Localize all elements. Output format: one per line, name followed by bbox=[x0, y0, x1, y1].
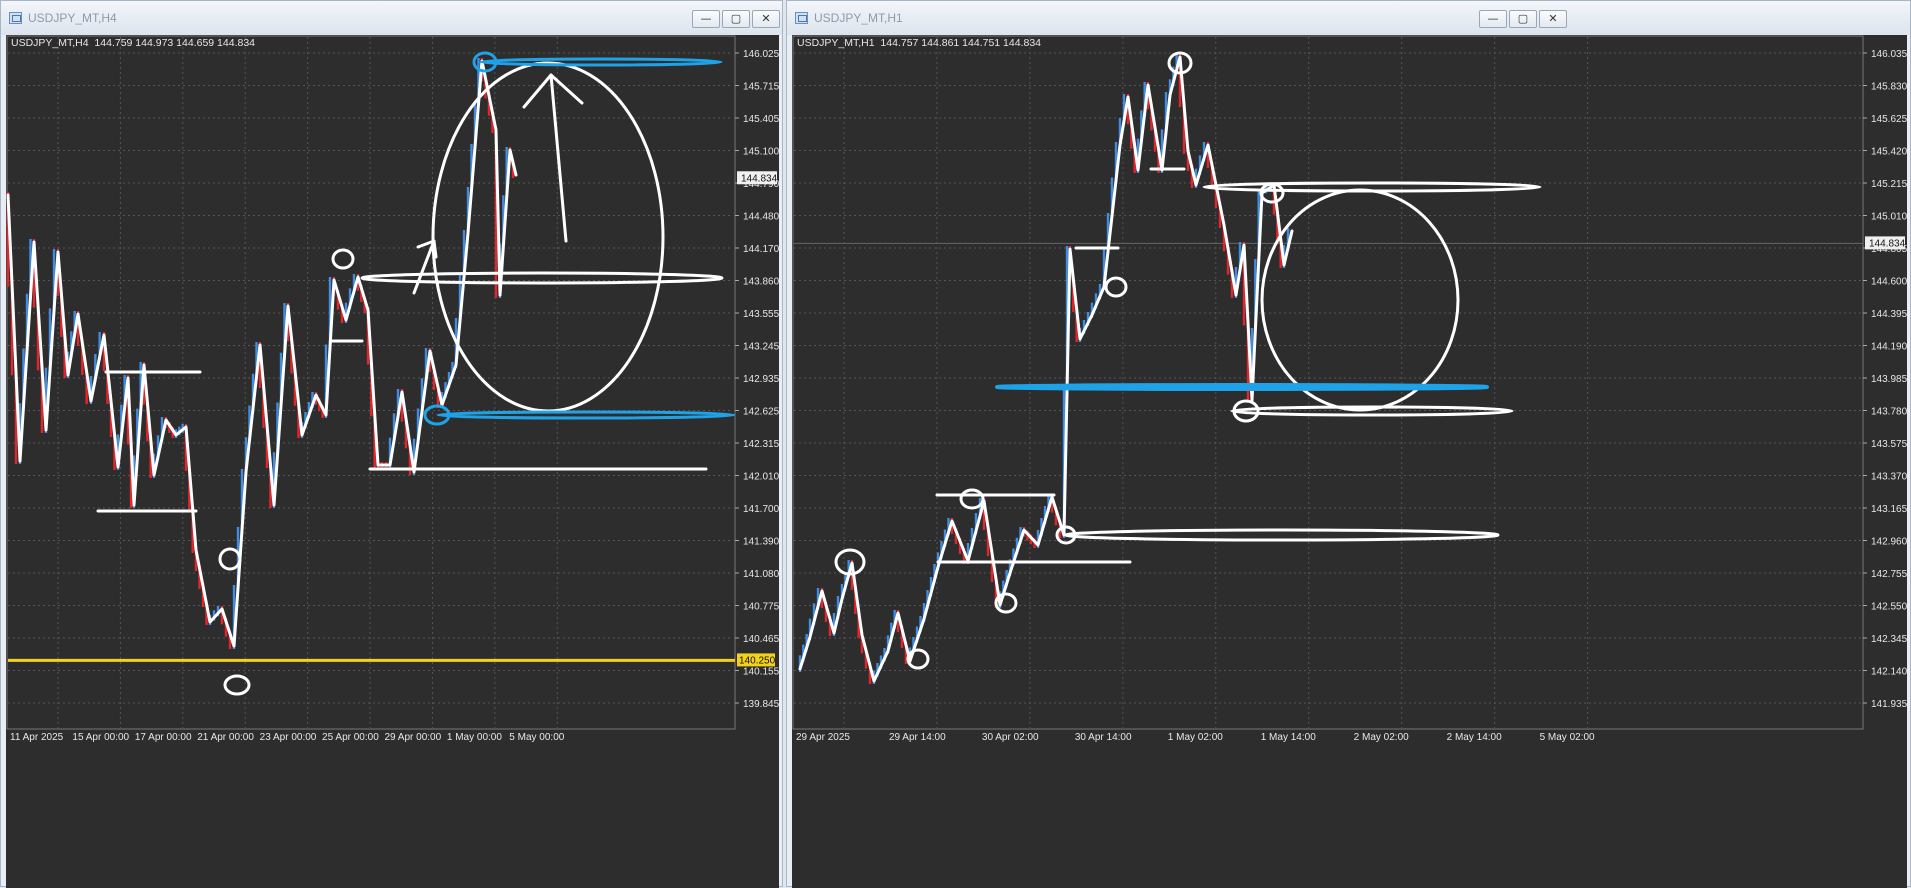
price-label: 142.550 bbox=[1871, 602, 1907, 613]
price-label: 142.755 bbox=[1871, 569, 1907, 580]
price-label: 143.165 bbox=[1871, 504, 1907, 515]
time-label: 29 Apr 14:00 bbox=[889, 732, 946, 743]
price-label: 143.555 bbox=[743, 309, 779, 320]
time-label: 1 May 14:00 bbox=[1261, 732, 1316, 743]
time-label: 29 Apr 00:00 bbox=[384, 732, 441, 743]
price-label: 145.715 bbox=[743, 82, 779, 93]
price-label: 145.010 bbox=[1871, 212, 1907, 223]
price-label: 143.985 bbox=[1871, 374, 1907, 385]
price-label: 143.860 bbox=[743, 277, 779, 288]
price-label: 142.935 bbox=[743, 374, 779, 385]
title-bar[interactable]: USDJPY_MT,H4 — ▢ ✕ bbox=[1, 1, 782, 35]
swing-high-marker bbox=[331, 248, 355, 270]
price-label: 140.775 bbox=[743, 602, 779, 613]
chart-canvas[interactable]: 146.025145.715145.405145.100144.790144.4… bbox=[6, 35, 779, 888]
level-price-label: 140.250 bbox=[739, 655, 776, 666]
zone-line-bottom bbox=[436, 410, 736, 420]
minimize-button[interactable]: — bbox=[1479, 10, 1507, 28]
title-bar[interactable]: USDJPY_MT,H1 — ▢ ✕ bbox=[787, 1, 1910, 35]
target-zone-circle bbox=[1260, 188, 1460, 412]
chart-window-h4[interactable]: USDJPY_MT,H4 — ▢ ✕ 146.025 145.715 145.405… bbox=[0, 0, 783, 888]
time-label: 29 Apr 2025 bbox=[796, 732, 850, 743]
time-label: 23 Apr 00:00 bbox=[260, 732, 317, 743]
time-label: 1 May 00:00 bbox=[447, 732, 502, 743]
price-label: 142.140 bbox=[1871, 667, 1907, 678]
price-label: 141.935 bbox=[1871, 699, 1907, 710]
chart-canvas[interactable]: 146.035 145.830 145.625 145.420 145.215 145.0… bbox=[792, 35, 1907, 888]
price-label: 145.100 bbox=[743, 147, 779, 158]
maximize-button[interactable]: ▢ bbox=[722, 10, 750, 28]
swing-low-marker bbox=[223, 674, 251, 696]
time-label: 2 May 14:00 bbox=[1447, 732, 1502, 743]
price-label: 140.465 bbox=[743, 634, 779, 645]
price-label: 143.575 bbox=[1871, 439, 1907, 450]
window-title: USDJPY_MT,H1 bbox=[814, 11, 903, 25]
price-label: 145.405 bbox=[743, 114, 779, 125]
price-label: 142.625 bbox=[743, 407, 779, 418]
price-label: 141.700 bbox=[743, 504, 779, 515]
current-price-label: 144.834 bbox=[1869, 238, 1906, 249]
time-label: 5 May 02:00 bbox=[1540, 732, 1595, 743]
time-label: 25 Apr 00:00 bbox=[322, 732, 379, 743]
price-chart[interactable]: 146.035 145.830 145.625 145.420 145.215 145.0… bbox=[792, 35, 1907, 888]
price-label: 142.345 bbox=[1871, 634, 1907, 645]
price-zigzag-drawing bbox=[6, 59, 518, 648]
price-label: 144.170 bbox=[743, 244, 779, 255]
price-label: 144.480 bbox=[743, 212, 779, 223]
price-label: 144.600 bbox=[1871, 277, 1907, 288]
price-label: 145.625 bbox=[1871, 114, 1907, 125]
price-label: 144.395 bbox=[1871, 309, 1907, 320]
price-label: 142.010 bbox=[743, 472, 779, 483]
minimize-button[interactable]: — bbox=[692, 10, 720, 28]
close-button[interactable]: ✕ bbox=[1539, 10, 1567, 28]
time-label: 17 Apr 00:00 bbox=[135, 732, 192, 743]
price-label: 146.035 bbox=[1871, 49, 1907, 60]
target-arrow-drawing bbox=[549, 73, 568, 243]
price-label: 143.370 bbox=[1871, 472, 1907, 483]
price-label: 140.155 bbox=[743, 667, 779, 678]
level-ellipse bbox=[1064, 528, 1500, 542]
chart-window-h1[interactable]: USDJPY_MT,H1 — ▢ ✕ 146.035 145.830 145.625… bbox=[786, 0, 1911, 888]
close-button[interactable]: ✕ bbox=[752, 10, 780, 28]
time-label: 15 Apr 00:00 bbox=[72, 732, 129, 743]
price-label: 142.960 bbox=[1871, 537, 1907, 548]
price-label: 141.390 bbox=[743, 537, 779, 548]
price-label: 143.245 bbox=[743, 342, 779, 353]
price-label: 139.845 bbox=[743, 699, 779, 710]
time-label: 30 Apr 14:00 bbox=[1075, 732, 1132, 743]
zone-line bbox=[995, 383, 1489, 391]
price-label: 145.830 bbox=[1871, 82, 1907, 93]
price-label: 143.780 bbox=[1871, 407, 1907, 418]
price-label: 145.420 bbox=[1871, 147, 1907, 158]
price-chart[interactable]: 146.025 145.715 145.405 145.100 144.790 144.4… bbox=[6, 35, 779, 888]
plot-frame bbox=[792, 35, 1864, 730]
time-label: 30 Apr 02:00 bbox=[982, 732, 1039, 743]
current-price-label: 144.834 bbox=[741, 173, 778, 184]
price-label: 146.025 bbox=[743, 49, 779, 60]
maximize-button[interactable]: ▢ bbox=[1509, 10, 1537, 28]
time-label: 11 Apr 2025 bbox=[10, 732, 64, 743]
price-label: 145.215 bbox=[1871, 179, 1907, 190]
price-label: 144.190 bbox=[1871, 342, 1907, 353]
symbol-info: USDJPY_MT,H4 144.759 144.973 144.659 144… bbox=[11, 37, 256, 49]
time-label: 2 May 02:00 bbox=[1354, 732, 1409, 743]
level-ellipse bbox=[360, 271, 724, 285]
price-label: 141.080 bbox=[743, 569, 779, 580]
zone-line-top bbox=[479, 57, 723, 67]
symbol-info: USDJPY_MT,H1 144.757 144.861 144.751 144… bbox=[797, 37, 1042, 49]
price-label: 142.315 bbox=[743, 439, 779, 450]
arrow-drawing bbox=[412, 239, 436, 295]
chart-window-icon bbox=[9, 12, 22, 24]
time-label: 1 May 02:00 bbox=[1168, 732, 1223, 743]
time-label: 21 Apr 00:00 bbox=[197, 732, 254, 743]
chart-window-icon bbox=[795, 12, 808, 24]
time-label: 5 May 00:00 bbox=[509, 732, 564, 743]
window-title: USDJPY_MT,H4 bbox=[28, 11, 117, 25]
